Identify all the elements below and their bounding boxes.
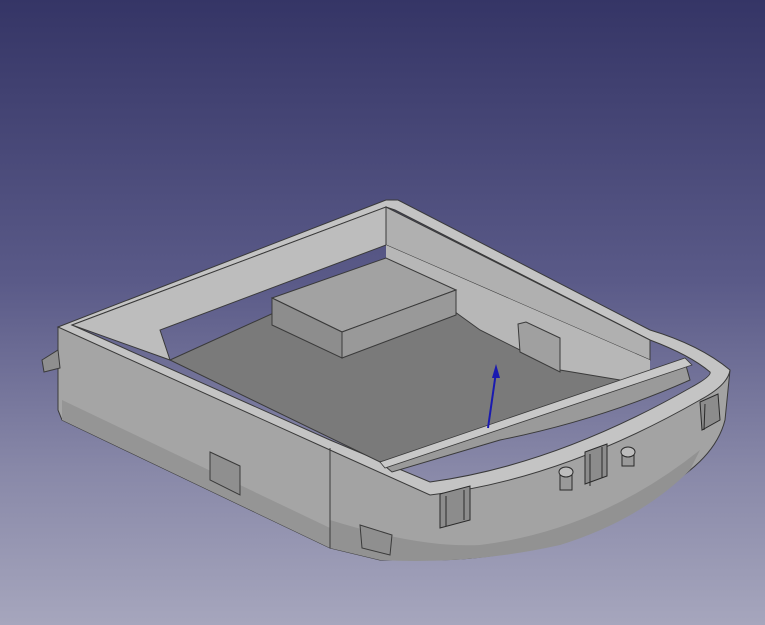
tray-side-tab-left <box>41 349 61 373</box>
front-clip-1 <box>439 485 471 529</box>
3d-viewport[interactable] <box>0 0 765 625</box>
front-peg-2 <box>620 446 636 467</box>
front-peg-1 <box>558 466 574 491</box>
3d-scene[interactable] <box>0 0 765 625</box>
